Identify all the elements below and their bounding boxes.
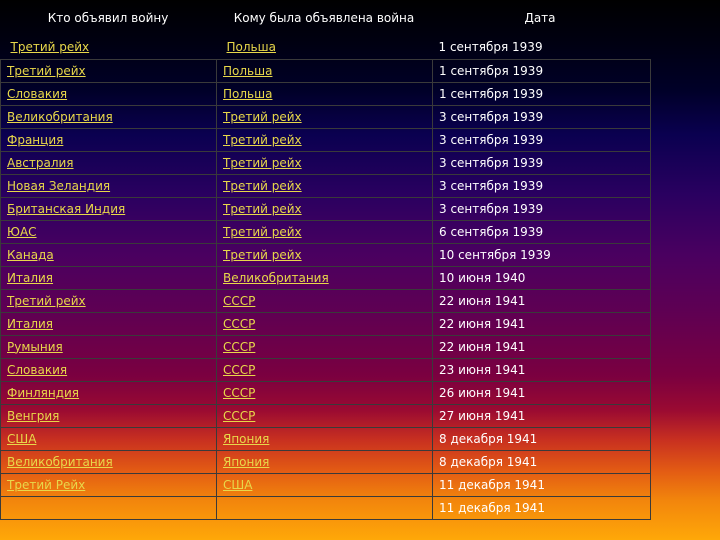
cell-date: 10 июня 1940 [432,265,651,290]
header-date: Дата [524,11,556,25]
cell-declared-by[interactable]: Третий Рейх [0,472,217,497]
cell-declared-on[interactable]: Третий рейх [216,196,433,221]
cell-declared-on[interactable]: Япония [216,426,433,451]
cell-declared-on[interactable]: Третий рейх [216,104,433,129]
cell-declared-on[interactable]: СССР [216,311,433,336]
table-row: Словакия Польша 1 сентября 1939 [0,81,651,106]
cell-date: 3 сентября 1939 [432,150,651,175]
cell-declared-on[interactable]: СССР [216,334,433,359]
cell-declared-by[interactable]: Словакия [0,81,217,106]
table-row: Италия СССР 22 июня 1941 [0,311,651,336]
cell-declared-by[interactable]: Словакия [0,357,217,382]
cell-declared-by[interactable]: Канада [0,242,217,267]
cell-declared-by[interactable]: Третий рейх [0,288,217,313]
cell-date: 10 сентября 1939 [432,242,651,267]
table-row: Третий Рейх США 11 декабря 1941 [0,472,651,497]
cell-declared-on[interactable]: Япония [216,449,433,474]
table-row: Третий рейх Польша 1 сентября 1939 [0,58,651,83]
table-row: Финляндия СССР 26 июня 1941 [0,380,651,405]
cell-declared-on[interactable]: СССР [216,288,433,313]
cell-declared-by[interactable]: Румыния [0,334,217,359]
cell-declared-by[interactable] [0,495,217,520]
cell-date: 3 сентября 1939 [432,173,651,198]
table-row: Италия Великобритания 10 июня 1940 [0,265,651,290]
cell-declared-by[interactable]: Италия [0,265,217,290]
cell-declared-by[interactable]: США [0,426,217,451]
table-row: ЮАС Третий рейх 6 сентября 1939 [0,219,651,244]
header-declared-on: Кому была объявлена война [233,11,415,25]
table-row: Румыния СССР 22 июня 1941 [0,334,651,359]
cell-date: 1 сентября 1939 [432,58,651,83]
cell-date: 1 сентября 1939 [432,81,651,106]
table-row: Франция Третий рейх 3 сентября 1939 [0,127,651,152]
table-body: Третий рейх Польша 1 сентября 1939 Третий р… [0,36,651,520]
cell-declared-on[interactable]: Третий рейх [216,219,433,244]
table-row: Канада Третий рейх 10 сентября 1939 [0,242,651,267]
cell-declared-by[interactable]: Италия [0,311,217,336]
cell-declared-by[interactable]: Австралия [0,150,217,175]
cell-declared-on[interactable]: Польша [217,36,433,59]
cell-declared-on[interactable]: СССР [216,380,433,405]
cell-declared-on[interactable]: СССР [216,357,433,382]
cell-declared-on[interactable]: СССР [216,403,433,428]
table-row: Третий рейх Польша 1 сентября 1939 [1,36,651,59]
cell-declared-on[interactable]: Польша [216,81,433,106]
table-row: Венгрия СССР 27 июня 1941 [0,403,651,428]
cell-declared-on[interactable] [216,495,433,520]
cell-declared-by[interactable]: Франция [0,127,217,152]
cell-date: 22 июня 1941 [432,311,651,336]
cell-declared-on[interactable]: Третий рейх [216,127,433,152]
cell-declared-by[interactable]: Третий рейх [1,36,217,59]
cell-declared-by[interactable]: ЮАС [0,219,217,244]
cell-date: 8 декабря 1941 [432,449,651,474]
table-row: Великобритания Третий рейх 3 сентября 1939 [0,104,651,129]
header-declared-by: Кто объявил войну [47,11,169,25]
slide: Кто объявил войну Кому была объявлена во… [0,0,720,540]
cell-declared-by[interactable]: Финляндия [0,380,217,405]
table-row: Великобритания Япония 8 декабря 1941 [0,449,651,474]
cell-declared-by[interactable]: Великобритания [0,104,217,129]
cell-date: 22 июня 1941 [432,334,651,359]
table-row: 11 декабря 1941 [0,495,651,520]
cell-date: 27 июня 1941 [432,403,651,428]
cell-declared-on[interactable]: Польша [216,58,433,83]
cell-date: 3 сентября 1939 [432,104,651,129]
cell-declared-by[interactable]: Британская Индия [0,196,217,221]
table-row: Британская Индия Третий рейх 3 сентября 19… [0,196,651,221]
table-row: США Япония 8 декабря 1941 [0,426,651,451]
cell-declared-on[interactable]: Великобритания [216,265,433,290]
cell-date: 6 сентября 1939 [432,219,651,244]
cell-declared-by[interactable]: Венгрия [0,403,217,428]
cell-declared-by[interactable]: Великобритания [0,449,217,474]
cell-date: 1 сентября 1939 [438,40,543,55]
cell-date: 26 июня 1941 [432,380,651,405]
table-row: Новая Зеландия Третий рейх 3 сентября 1939 [0,173,651,198]
cell-declared-on[interactable]: Третий рейх [216,242,433,267]
cell-declared-on[interactable]: США [216,472,433,497]
cell-date: 3 сентября 1939 [432,127,651,152]
table-row: Австралия Третий рейх 3 сентября 1939 [0,150,651,175]
cell-declared-on[interactable]: Третий рейх [216,150,433,175]
table-row: Словакия СССР 23 июня 1941 [0,357,651,382]
war-declarations-table: Третий рейх Польша 1 сентября 1939 Третий р… [0,36,651,520]
cell-declared-by[interactable]: Новая Зеландия [0,173,217,198]
table-row: Третий рейх СССР 22 июня 1941 [0,288,651,313]
cell-date: 22 июня 1941 [432,288,651,313]
cell-date: 3 сентября 1939 [432,196,651,221]
cell-declared-on[interactable]: Третий рейх [216,173,433,198]
cell-date: 11 декабря 1941 [432,472,651,497]
cell-date: 11 декабря 1941 [432,495,651,520]
cell-declared-by[interactable]: Третий рейх [0,58,217,83]
cell-date: 23 июня 1941 [432,357,651,382]
cell-date: 8 декабря 1941 [432,426,651,451]
